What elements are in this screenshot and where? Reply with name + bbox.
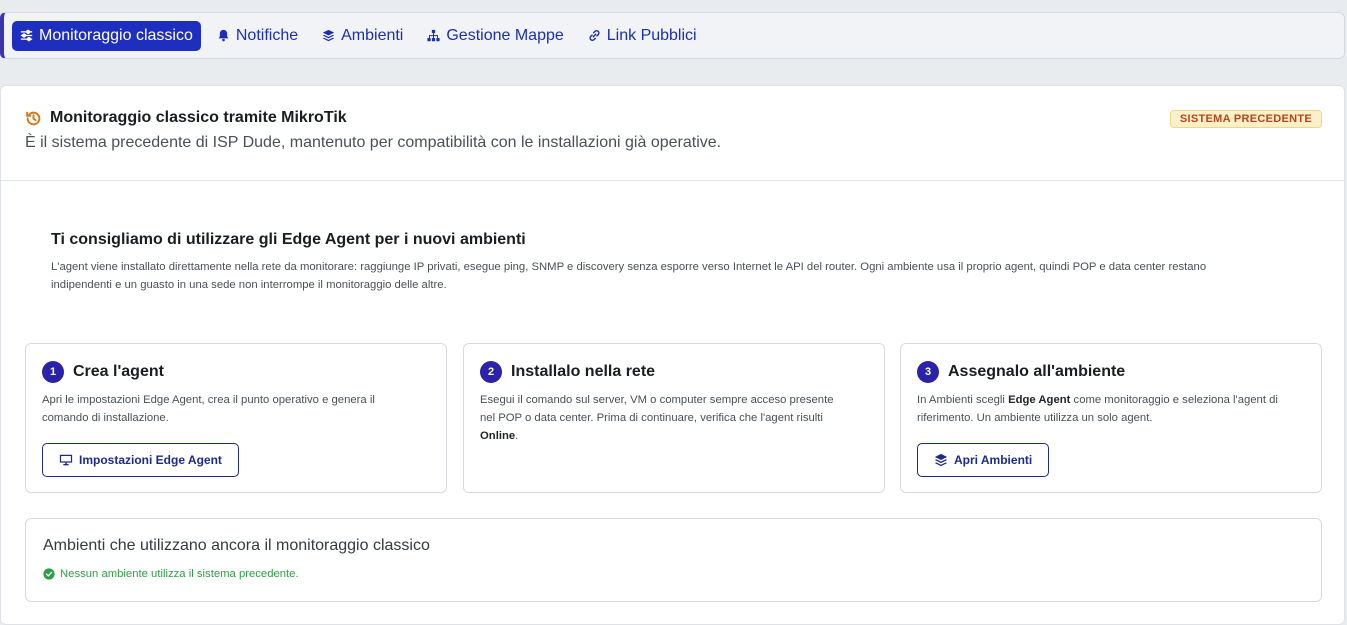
step-desc-line: Esegui il comando sul server, VM o compu…: [480, 394, 834, 406]
step-desc-line: comando di installazione.: [42, 412, 169, 424]
step-card-assign-environment: 3 Assegnalo all'ambiente In Ambienti sce…: [900, 343, 1322, 493]
top-navbar: Monitoraggio classico Notifiche Ambienti…: [0, 12, 1345, 59]
step-number: 1: [42, 361, 64, 383]
tab-notifiche[interactable]: Notifiche: [209, 21, 306, 51]
nav-label: Gestione Mappe: [446, 26, 564, 44]
page-title-text: Monitoraggio classico tramite MikroTik: [50, 109, 347, 126]
step-description: In Ambienti scegli Edge Agent come monit…: [917, 391, 1307, 427]
page-title: Monitoraggio classico tramite MikroTik: [25, 109, 347, 127]
check-circle-icon: [43, 568, 55, 580]
online-status-text: Online: [480, 430, 516, 442]
step-desc-line: nel POP o data center. Prima di continua…: [480, 412, 823, 424]
nav-label: Monitoraggio classico: [39, 26, 193, 44]
layers-icon: [322, 29, 335, 42]
step-title: Crea l'agent: [73, 363, 164, 380]
tab-monitoraggio-classico[interactable]: Monitoraggio classico: [12, 20, 201, 51]
step-header: 3 Assegnalo all'ambiente: [917, 361, 1125, 383]
nav-label: Ambienti: [341, 26, 404, 44]
bell-icon: [218, 29, 229, 42]
edge-agent-text: Edge Agent: [1008, 394, 1071, 406]
tab-gestione-mappe[interactable]: Gestione Mappe: [419, 21, 571, 51]
step-desc-part: In Ambienti scegli: [917, 394, 1009, 406]
step-number: 2: [480, 361, 502, 383]
step-description: Apri le impostazioni Edge Agent, crea il…: [42, 391, 432, 427]
recommendation-section: Ti consigliamo di utilizzare gli Edge Ag…: [51, 231, 1301, 294]
environments-status: Nessun ambiente utilizza il sistema prec…: [43, 568, 299, 580]
recommendation-title: Ti consigliamo di utilizzare gli Edge Ag…: [51, 231, 526, 248]
step-desc-part: come monitoraggio e seleziona l'agent di: [1070, 394, 1278, 406]
nav-label: Link Pubblici: [606, 26, 697, 44]
link-icon: [589, 30, 600, 41]
tab-ambienti[interactable]: Ambienti: [314, 21, 411, 51]
edge-agent-settings-button[interactable]: Impostazioni Edge Agent: [42, 443, 239, 477]
environments-title: Ambienti che utilizzano ancora il monito…: [43, 537, 430, 554]
step-header: 2 Installalo nella rete: [480, 361, 655, 383]
monitor-icon: [59, 454, 73, 466]
history-icon: [26, 111, 41, 125]
sitemap-icon: [427, 29, 440, 42]
recommendation-line-2: indipendenti e un guasto in una sede non…: [51, 279, 447, 291]
classic-monitoring-card: Monitoraggio classico tramite MikroTik È…: [0, 85, 1345, 625]
step-title: Installalo nella rete: [511, 363, 656, 380]
step-card-create-agent: 1 Crea l'agent Apri le impostazioni Edge…: [25, 343, 447, 493]
button-label: Apri Ambienti: [954, 453, 1033, 467]
button-label: Impostazioni Edge Agent: [79, 453, 222, 467]
classic-environments-box: Ambienti che utilizzano ancora il monito…: [25, 518, 1322, 602]
status-badge: SISTEMA PRECEDENTE: [1169, 110, 1322, 128]
nav-label: Notifiche: [235, 26, 299, 44]
step-number: 3: [917, 361, 939, 383]
sliders-icon: [20, 29, 33, 42]
status-text: Nessun ambiente utilizza il sistema prec…: [60, 568, 299, 580]
step-desc-tail: .: [515, 430, 519, 442]
step-description: Esegui il comando sul server, VM o compu…: [480, 391, 870, 445]
card-header: Monitoraggio classico tramite MikroTik È…: [1, 86, 1344, 181]
tab-link-pubblici[interactable]: Link Pubblici: [580, 21, 705, 51]
open-environments-button[interactable]: Apri Ambienti: [917, 443, 1050, 477]
recommendation-text: L'agent viene installato direttamente ne…: [51, 258, 1301, 294]
step-header: 1 Crea l'agent: [42, 361, 164, 383]
layers-icon: [934, 453, 948, 467]
page-subtitle: È il sistema precedente di ISP Dude, man…: [25, 134, 722, 151]
recommendation-line-1: L'agent viene installato direttamente ne…: [51, 261, 1207, 273]
step-desc-line: Apri le impostazioni Edge Agent, crea il…: [42, 394, 375, 406]
step-card-install-agent: 2 Installalo nella rete Esegui il comand…: [463, 343, 885, 493]
step-desc-line: riferimento. Un ambiente utilizza un sol…: [917, 412, 1153, 424]
step-title: Assegnalo all'ambiente: [948, 363, 1126, 380]
